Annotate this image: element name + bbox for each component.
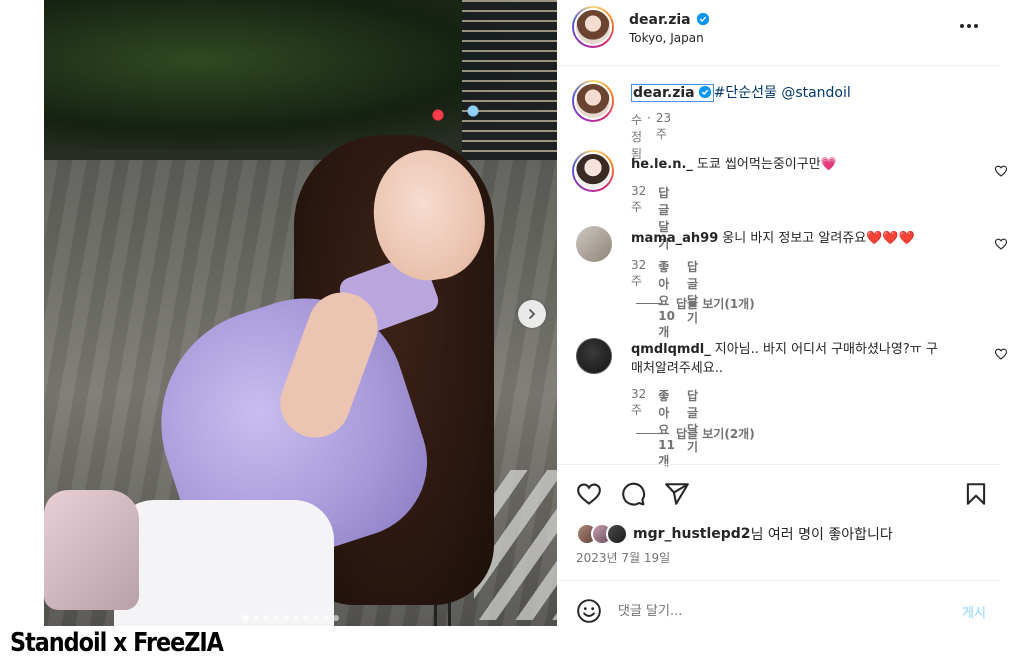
smiley-icon[interactable] xyxy=(576,598,602,624)
comment-username[interactable]: qmdlqmdl_ xyxy=(631,342,711,357)
carousel-indicator xyxy=(243,615,339,621)
post-location[interactable]: Tokyo, Japan xyxy=(629,31,704,45)
carousel-dot xyxy=(273,615,279,621)
comment-composer: 게시 xyxy=(557,580,1000,640)
view-replies-label[interactable]: 답글 보기(2개) xyxy=(676,425,755,442)
caption-text: dear.zia #단순선물 @standoil xyxy=(631,84,961,103)
comment-text: he.le.n._ 도쿄 씹어먹는중이구만💗 xyxy=(631,155,961,174)
carousel-dot xyxy=(263,615,269,621)
comment-body: 웅니 바지 정보고 알려쥬요❤️❤️❤️ xyxy=(722,231,915,246)
commenter-avatar[interactable] xyxy=(576,226,612,262)
heart-icon[interactable] xyxy=(576,481,602,507)
heart-icon[interactable] xyxy=(994,164,1008,178)
carousel-dot xyxy=(243,615,249,621)
verified-badge-icon xyxy=(696,12,709,26)
author-avatar[interactable] xyxy=(572,6,614,48)
caption-overlay: Standoil x FreeZIA xyxy=(10,628,224,658)
liker-avatars[interactable] xyxy=(576,523,628,545)
post-date[interactable]: 2023년 7월 19일 xyxy=(576,549,670,566)
heart-icon[interactable] xyxy=(994,347,1008,361)
comment-input[interactable] xyxy=(618,599,918,623)
likes-summary: mgr_hustlepd2 님 여러 명이 좋아합니다 xyxy=(576,523,893,545)
author-username[interactable]: dear.zia xyxy=(629,12,691,28)
comment-body: 도쿄 씹어먹는중이구만💗 xyxy=(696,157,837,172)
caption-mention[interactable]: @standoil xyxy=(781,85,850,101)
carousel-dot xyxy=(303,615,309,621)
carousel-dot xyxy=(323,615,329,621)
paper-plane-icon[interactable] xyxy=(664,481,690,507)
photo-bag xyxy=(44,490,139,610)
view-replies-label[interactable]: 답글 보기(1개) xyxy=(676,295,755,312)
heart-icon[interactable] xyxy=(994,237,1008,251)
comment-text: qmdlqmdl_ 지아님.. 바지 어디서 구매하셨나영?ㅠ 구매처알려주세요.… xyxy=(631,340,941,378)
likes-suffix: 님 여러 명이 좋아합니다 xyxy=(750,527,893,543)
carousel-next-button[interactable] xyxy=(518,300,546,328)
carousel-dot xyxy=(283,615,289,621)
comment-bubble-icon[interactable] xyxy=(620,481,646,507)
post-side-panel: dear.zia Tokyo, Japan dear.zia #단순선물 @sta… xyxy=(557,0,1008,640)
carousel-dot xyxy=(293,615,299,621)
bookmark-icon[interactable] xyxy=(963,481,989,507)
liker-username[interactable]: mgr_hustlepd2 xyxy=(633,526,751,542)
more-options-icon[interactable] xyxy=(957,18,981,34)
carousel-dot xyxy=(333,615,339,621)
chevron-right-icon xyxy=(529,309,536,319)
post-header: dear.zia Tokyo, Japan xyxy=(557,0,1000,66)
verified-badge-icon xyxy=(698,85,711,99)
comment-username[interactable]: he.le.n._ xyxy=(631,157,693,172)
view-replies-button[interactable]: 답글 보기(1개) xyxy=(636,295,755,312)
photo-traffic-lights xyxy=(424,95,494,135)
caption-username[interactable]: dear.zia xyxy=(633,85,695,101)
photo-skirt xyxy=(114,500,334,626)
post-actions: mgr_hustlepd2 님 여러 명이 좋아합니다 2023년 7월 19일 xyxy=(557,464,1000,580)
commenter-avatar[interactable] xyxy=(576,338,612,374)
caption-hashtag[interactable]: #단순선물 xyxy=(714,85,777,101)
comment-username[interactable]: mama_ah99 xyxy=(631,231,718,246)
view-replies-button[interactable]: 답글 보기(2개) xyxy=(636,425,755,442)
caption-avatar[interactable] xyxy=(572,80,614,122)
comment-text: mama_ah99 웅니 바지 정보고 알려쥬요❤️❤️❤️ xyxy=(631,229,961,248)
carousel-dot xyxy=(253,615,259,621)
carousel-dot xyxy=(313,615,319,621)
commenter-avatar[interactable] xyxy=(572,150,614,192)
replies-divider xyxy=(636,433,662,434)
post-comment-button[interactable]: 게시 xyxy=(962,602,986,621)
replies-divider xyxy=(636,303,662,304)
post-photo[interactable] xyxy=(44,0,557,626)
